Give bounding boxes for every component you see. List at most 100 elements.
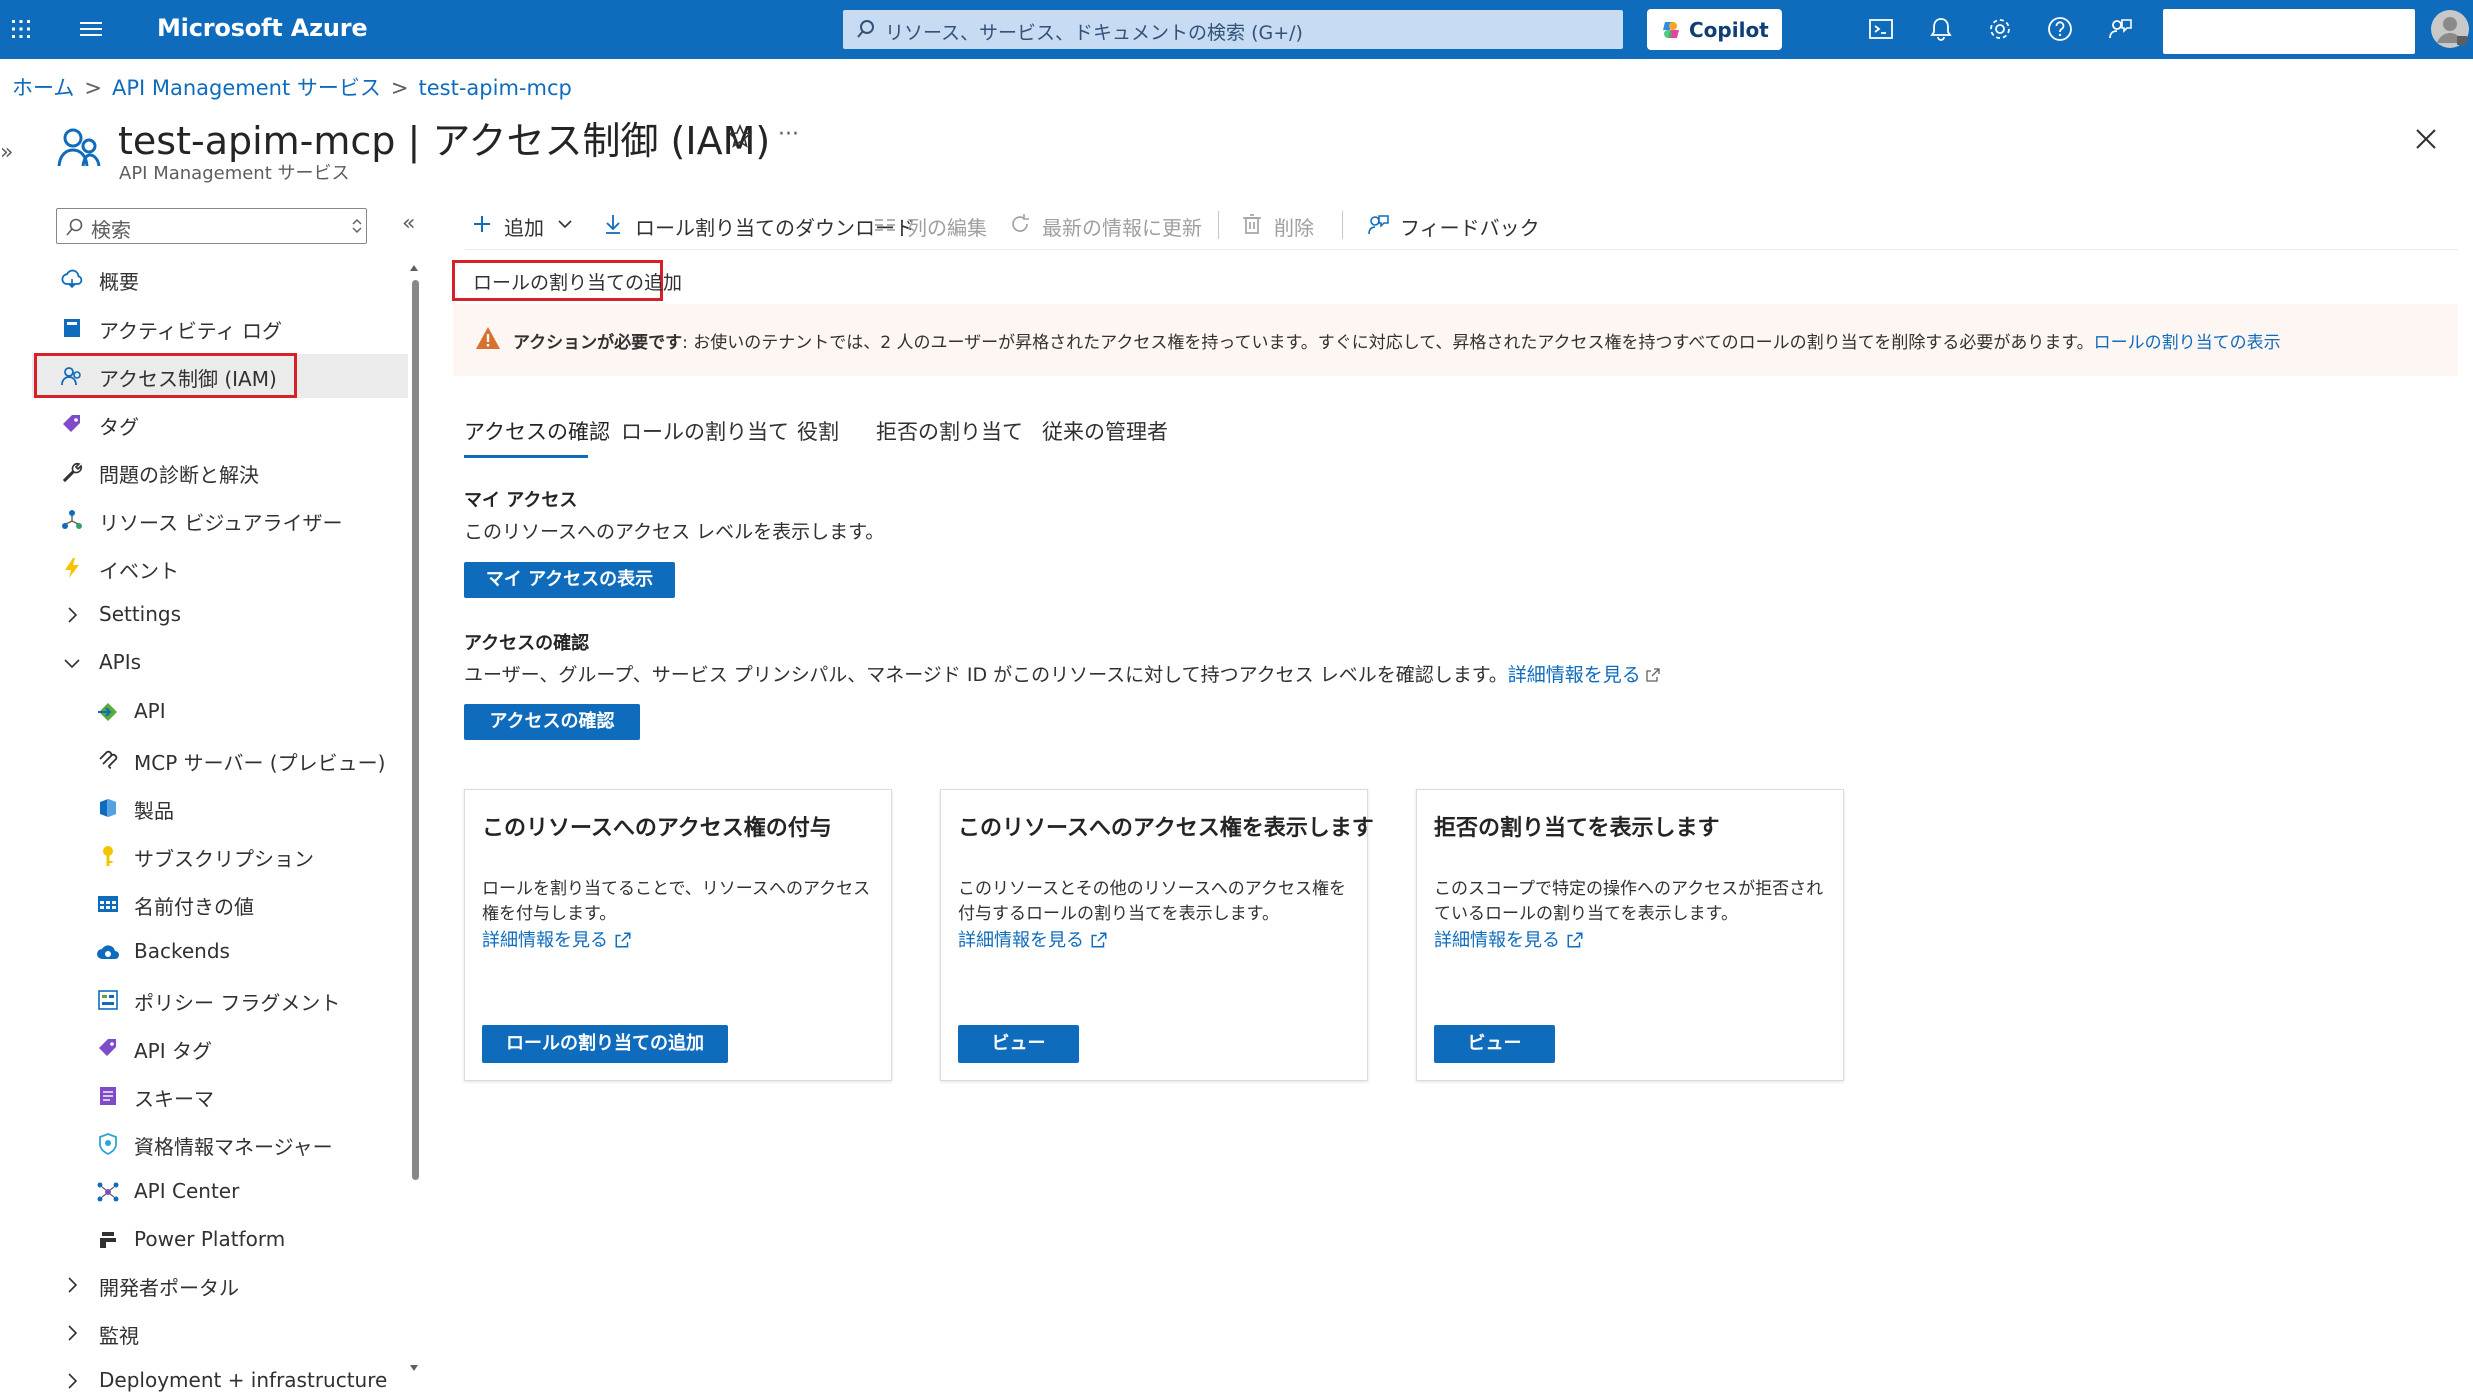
bell-icon[interactable] — [1926, 14, 1956, 44]
tab-deny-assignments[interactable]: 拒否の割り当て — [876, 416, 1023, 446]
cloud-icon — [96, 940, 120, 964]
toolbar-separator — [1218, 211, 1219, 239]
warning-icon — [475, 326, 501, 350]
breadcrumb-home[interactable]: ホーム — [12, 76, 74, 100]
view-role-assignments-button[interactable]: ビュー — [958, 1025, 1079, 1063]
sidebar-item-subscriptions[interactable]: サブスクリプション — [32, 834, 408, 878]
search-icon — [855, 18, 877, 40]
sidebar-item-label: スキーマ — [134, 1087, 214, 1111]
card-title: このリソースへのアクセス権を表示します — [958, 816, 1374, 841]
api-center-icon — [96, 1180, 120, 1204]
portal-menu-icon[interactable] — [78, 18, 104, 40]
check-access-button[interactable]: アクセスの確認 — [464, 704, 640, 740]
sidebar-item-api-center[interactable]: API Center — [32, 1170, 408, 1214]
sidebar-item-events[interactable]: イベント — [32, 546, 408, 590]
grant-access-card: このリソースへのアクセス権の付与 ロールを割り当てることで、リソースへのアクセス… — [464, 789, 892, 1081]
view-role-assignments-link[interactable]: ロールの割り当ての表示 — [2094, 333, 2281, 353]
sidebar-item-activity-log[interactable]: アクティビティ ログ — [32, 306, 408, 350]
account-box[interactable] — [2163, 9, 2415, 54]
mcp-icon — [96, 748, 120, 772]
sidebar-item-tags[interactable]: タグ — [32, 402, 408, 446]
learn-more-link[interactable]: 詳細情報を見る — [1508, 664, 1641, 686]
sidebar-item-backends[interactable]: Backends — [32, 930, 408, 974]
add-button[interactable]: 追加 — [470, 205, 580, 245]
cloud-shell-icon[interactable] — [1866, 14, 1896, 44]
sidebar-item-overview[interactable]: 概要 — [32, 257, 408, 301]
add-role-assignment-button[interactable]: ロールの割り当ての追加 — [482, 1025, 728, 1063]
global-search-input[interactable]: リソース、サービス、ドキュメントの検索 (G+/) — [843, 10, 1623, 49]
view-my-access-button[interactable]: マイ アクセスの表示 — [464, 562, 675, 598]
refresh-button[interactable]: 最新の情報に更新 — [1008, 205, 1218, 245]
sidebar-item-policy-fragments[interactable]: ポリシー フラグメント — [32, 978, 408, 1022]
sidebar-item-label: API — [134, 699, 166, 723]
add-role-assignment-callout-label: ロールの割り当ての追加 — [473, 272, 683, 294]
sidebar-item-named-values[interactable]: 名前付きの値 — [32, 882, 408, 926]
tag-icon — [60, 412, 84, 436]
activity-log-icon — [60, 316, 84, 340]
card-learn-more-link[interactable]: 詳細情報を見る — [958, 926, 1108, 952]
sidebar-item-mcp-server[interactable]: MCP サーバー (プレビュー) — [32, 738, 408, 782]
expand-menu-icon[interactable]: » — [0, 140, 13, 165]
tab-check-access[interactable]: アクセスの確認 — [464, 416, 610, 446]
sort-icon[interactable] — [350, 216, 364, 236]
sidebar-item-diagnose[interactable]: 問題の診断と解決 — [32, 450, 408, 494]
collapse-menu-icon[interactable]: « — [402, 211, 415, 236]
app-launcher-icon[interactable] — [10, 18, 32, 40]
delete-button[interactable]: 削除 — [1240, 205, 1320, 245]
sidebar-item-api-tags[interactable]: API タグ — [32, 1026, 408, 1070]
more-options-icon[interactable]: ··· — [778, 122, 799, 147]
menu-search-input[interactable]: 検索 — [56, 208, 367, 244]
sidebar-item-resource-visualizer[interactable]: リソース ビジュアライザー — [32, 498, 408, 542]
global-search-placeholder: リソース、サービス、ドキュメントの検索 (G+/) — [885, 22, 1303, 44]
feedback-button[interactable]: フィードバック — [1366, 205, 1540, 245]
sidebar-item-products[interactable]: 製品 — [32, 786, 408, 830]
view-deny-assignments-button[interactable]: ビュー — [1434, 1025, 1555, 1063]
card-learn-more-label: 詳細情報を見る — [958, 930, 1084, 951]
schema-icon — [96, 1084, 120, 1108]
sidebar-group-developer-portal[interactable]: 開発者ポータル — [32, 1263, 408, 1307]
power-platform-icon — [96, 1228, 120, 1252]
copilot-button[interactable]: Copilot — [1647, 9, 1782, 50]
sidebar-scrollbar[interactable] — [412, 280, 419, 1180]
sidebar-item-power-platform[interactable]: Power Platform — [32, 1218, 408, 1262]
scroll-up-icon[interactable] — [408, 262, 420, 274]
breadcrumb-apim-services[interactable]: API Management サービス — [112, 76, 381, 100]
gear-icon[interactable] — [1985, 14, 2015, 44]
chevron-right-icon — [60, 1321, 84, 1345]
sidebar-item-credential-manager[interactable]: 資格情報マネージャー — [32, 1122, 408, 1166]
delete-label: 削除 — [1274, 216, 1314, 240]
sidebar-group-deployment[interactable]: Deployment + infrastructure — [32, 1359, 408, 1392]
lightning-icon — [60, 556, 84, 580]
tab-role-assignments[interactable]: ロールの割り当て — [621, 416, 789, 446]
download-role-assignments-button[interactable]: ロール割り当てのダウンロード — [601, 205, 915, 245]
card-learn-more-link[interactable]: 詳細情報を見る — [482, 926, 632, 952]
card-learn-more-link[interactable]: 詳細情報を見る — [1434, 926, 1584, 952]
close-icon[interactable] — [2411, 124, 2441, 154]
portal-brand[interactable]: Microsoft Azure — [157, 14, 368, 42]
sidebar-item-api[interactable]: API — [32, 690, 408, 734]
check-access-title: アクセスの確認 — [464, 633, 590, 654]
add-role-assignment-callout[interactable]: ロールの割り当ての追加 — [452, 260, 682, 301]
feedback-icon[interactable] — [2105, 14, 2135, 44]
avatar[interactable] — [2430, 9, 2470, 49]
key-icon — [96, 844, 120, 868]
favorite-star-icon[interactable] — [727, 123, 753, 149]
help-icon[interactable] — [2045, 14, 2075, 44]
chevron-right-icon — [60, 1273, 84, 1297]
sidebar-group-monitoring[interactable]: 監視 — [32, 1311, 408, 1355]
scroll-down-icon[interactable] — [408, 1362, 420, 1374]
card-learn-more-label: 詳細情報を見る — [1434, 930, 1560, 951]
sidebar-item-label: Backends — [134, 939, 230, 963]
sidebar-group-settings[interactable]: Settings — [32, 593, 408, 637]
chevron-right-icon — [60, 603, 84, 627]
page-subtitle: API Management サービス — [119, 163, 350, 184]
toolbar-divider — [465, 249, 2458, 250]
tab-classic-administrators[interactable]: 従来の管理者 — [1042, 416, 1168, 446]
tab-roles[interactable]: 役割 — [797, 416, 839, 446]
edit-columns-button[interactable]: 列の編集 — [873, 205, 1003, 245]
external-link-icon — [1567, 932, 1583, 948]
sidebar-group-apis[interactable]: APIs — [32, 641, 408, 685]
sidebar-item-schemas[interactable]: スキーマ — [32, 1074, 408, 1118]
sidebar-item-label: API Center — [134, 1179, 240, 1203]
breadcrumb-resource[interactable]: test-apim-mcp — [419, 76, 572, 100]
